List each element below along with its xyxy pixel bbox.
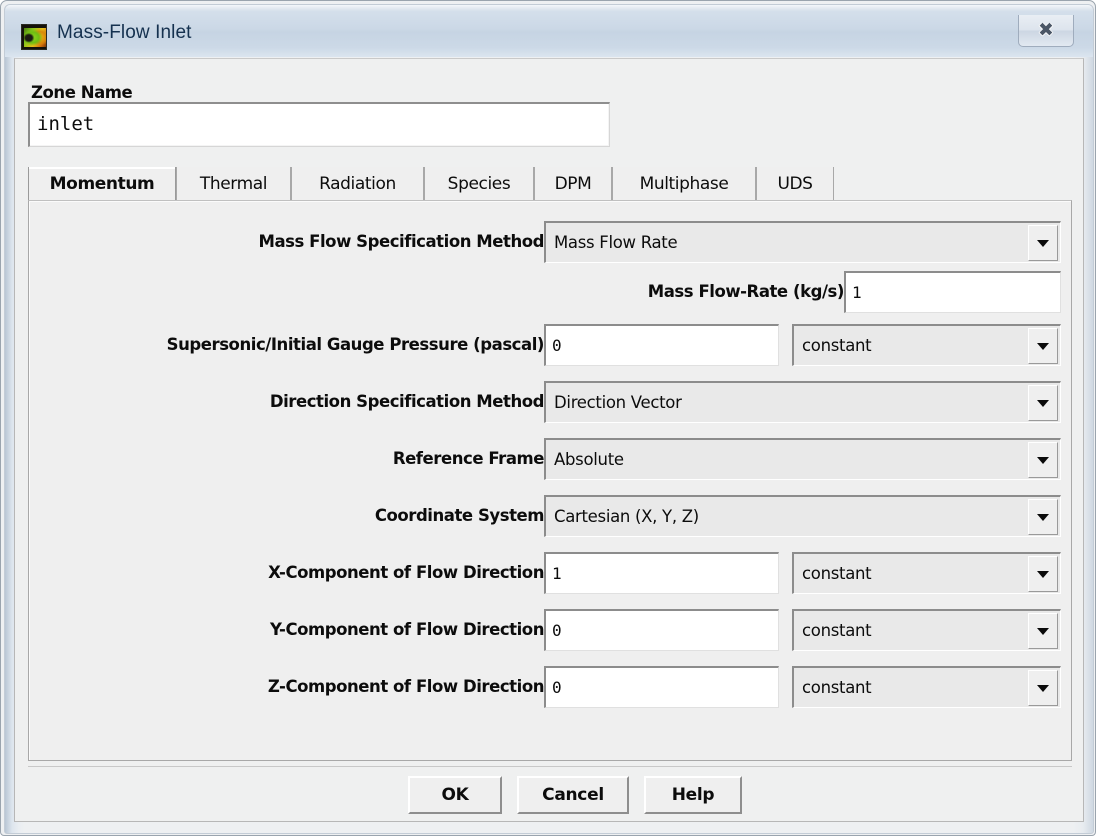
x-component-of-flow-direction-field-value: 1 [552,564,562,583]
supersonic-initial-gauge-pressure-field-value: 0 [552,336,562,355]
supersonic-initial-gauge-pressure-field[interactable]: 0 [544,324,779,366]
tab-species[interactable]: Species [424,167,534,201]
mass-flow-rate-field-value: 1 [852,283,862,302]
zone-name-value: inlet [37,113,95,135]
cancel-button[interactable]: Cancel [517,776,629,814]
row-reference-frame: Reference Frame Absolute [29,438,1073,480]
row-z-component-of-flow-direction: Z-Component of Flow Direction 0 constant [29,666,1073,708]
y-component-of-flow-direction-profile-combo[interactable]: constant [792,609,1061,651]
x-component-of-flow-direction-profile-combo[interactable]: constant [792,552,1061,594]
close-icon: ✖ [1038,19,1054,41]
coordinate-system-label: Coordinate System [374,506,545,525]
row-y-component-of-flow-direction: Y-Component of Flow Direction 0 constant [29,609,1073,651]
z-component-of-flow-direction-field-value: 0 [552,678,562,697]
row-x-component-of-flow-direction: X-Component of Flow Direction 1 constant [29,552,1073,594]
chevron-down-icon [1037,514,1049,521]
tab-multiphase[interactable]: Multiphase [612,167,756,201]
tab-label: Momentum [49,174,155,194]
tab-momentum[interactable]: Momentum [28,167,176,201]
direction-specification-method-label: Direction Specification Method [269,392,545,411]
y-component-of-flow-direction-profile-combo-value: constant [802,621,872,640]
cancel-button-label: Cancel [542,785,604,805]
mass-flow-rate-field[interactable]: 1 [844,271,1061,313]
supersonic-initial-gauge-pressure-label: Supersonic/Initial Gauge Pressure (pasca… [166,335,545,354]
y-component-of-flow-direction-profile-combo-toggle[interactable] [1028,613,1058,649]
tab-thermal[interactable]: Thermal [176,167,291,201]
dialog-button-strip: OK Cancel Help [28,766,1072,820]
tab-dpm[interactable]: DPM [534,167,612,201]
momentum-tab-panel: Mass Flow Specification Method Mass Flow … [28,200,1072,761]
reference-frame-combo-value: Absolute [554,450,624,469]
fluent-contour-icon [21,24,47,50]
mass-flow-rate-label: Mass Flow-Rate (kg/s) [647,282,845,301]
direction-specification-method-combo[interactable]: Direction Vector [544,381,1061,423]
zone-name-label: Zone Name [31,83,133,102]
mass-flow-specification-method-combo-value: Mass Flow Rate [554,233,678,252]
direction-specification-method-combo-toggle[interactable] [1028,385,1058,421]
chevron-down-icon [1037,343,1049,350]
x-component-of-flow-direction-label: X-Component of Flow Direction [268,563,544,582]
mass-flow-specification-method-combo[interactable]: Mass Flow Rate [544,221,1061,263]
coordinate-system-combo[interactable]: Cartesian (X, Y, Z) [544,495,1061,537]
tab-label: Species [447,174,511,194]
row-mass-flow-rate: Mass Flow-Rate (kg/s) 1 [29,271,1073,313]
coordinate-system-combo-value: Cartesian (X, Y, Z) [554,507,699,526]
z-component-of-flow-direction-profile-combo[interactable]: constant [792,666,1061,708]
tab-label: Multiphase [639,174,729,194]
tab-radiation[interactable]: Radiation [291,167,424,201]
y-component-of-flow-direction-field[interactable]: 0 [544,609,779,651]
supersonic-initial-gauge-pressure-profile-combo[interactable]: constant [792,324,1061,366]
reference-frame-combo[interactable]: Absolute [544,438,1061,480]
chevron-down-icon [1037,240,1049,247]
reference-frame-label: Reference Frame [392,449,545,468]
close-button[interactable]: ✖ [1018,15,1074,47]
chevron-down-icon [1037,400,1049,407]
z-component-of-flow-direction-profile-combo-value: constant [802,678,872,697]
chevron-down-icon [1037,571,1049,578]
z-component-of-flow-direction-profile-combo-toggle[interactable] [1028,670,1058,706]
z-component-of-flow-direction-label: Z-Component of Flow Direction [267,677,545,696]
direction-specification-method-combo-value: Direction Vector [554,393,682,412]
chevron-down-icon [1037,457,1049,464]
row-mass-flow-specification-method: Mass Flow Specification Method Mass Flow … [29,221,1073,263]
window-title: Mass-Flow Inlet [57,22,192,43]
mass-flow-specification-method-combo-toggle[interactable] [1028,225,1058,261]
tab-label: Radiation [319,174,396,194]
zone-name-input[interactable]: inlet [28,102,610,147]
reference-frame-combo-toggle[interactable] [1028,442,1058,478]
title-bar[interactable]: Mass-Flow Inlet ✖ [5,5,1093,57]
tab-label: DPM [554,174,592,194]
row-supersonic-initial-gauge-pressure: Supersonic/Initial Gauge Pressure (pasca… [29,324,1073,366]
tab-bar: Momentum Thermal Radiation Species DPM Multip… [28,167,1072,201]
ok-button-label: OK [441,785,469,805]
supersonic-initial-gauge-pressure-profile-combo-toggle[interactable] [1028,328,1058,364]
y-component-of-flow-direction-field-value: 0 [552,621,562,640]
y-component-of-flow-direction-label: Y-Component of Flow Direction [269,620,544,639]
x-component-of-flow-direction-field[interactable]: 1 [544,552,779,594]
dialog-client-area: Zone Name inlet Momentum Thermal Radiation… [14,58,1084,822]
coordinate-system-combo-toggle[interactable] [1028,499,1058,535]
chevron-down-icon [1037,628,1049,635]
row-coordinate-system: Coordinate System Cartesian (X, Y, Z) [29,495,1073,537]
tab-label: Thermal [199,174,268,194]
x-component-of-flow-direction-profile-combo-value: constant [802,564,872,583]
supersonic-initial-gauge-pressure-profile-combo-value: constant [802,336,872,355]
help-button-label: Help [671,785,715,805]
z-component-of-flow-direction-field[interactable]: 0 [544,666,779,708]
ok-button[interactable]: OK [408,776,502,814]
chevron-down-icon [1037,685,1049,692]
icon-glyph [24,28,46,47]
x-component-of-flow-direction-profile-combo-toggle[interactable] [1028,556,1058,592]
tab-label: UDS [777,174,813,194]
mass-flow-specification-method-label: Mass Flow Specification Method [258,232,544,251]
help-button[interactable]: Help [644,776,742,814]
tab-uds[interactable]: UDS [756,167,834,201]
mass-flow-inlet-dialog: Mass-Flow Inlet ✖ Zone Name inlet Moment… [0,0,1096,836]
row-direction-specification-method: Direction Specification Method Direction … [29,381,1073,423]
